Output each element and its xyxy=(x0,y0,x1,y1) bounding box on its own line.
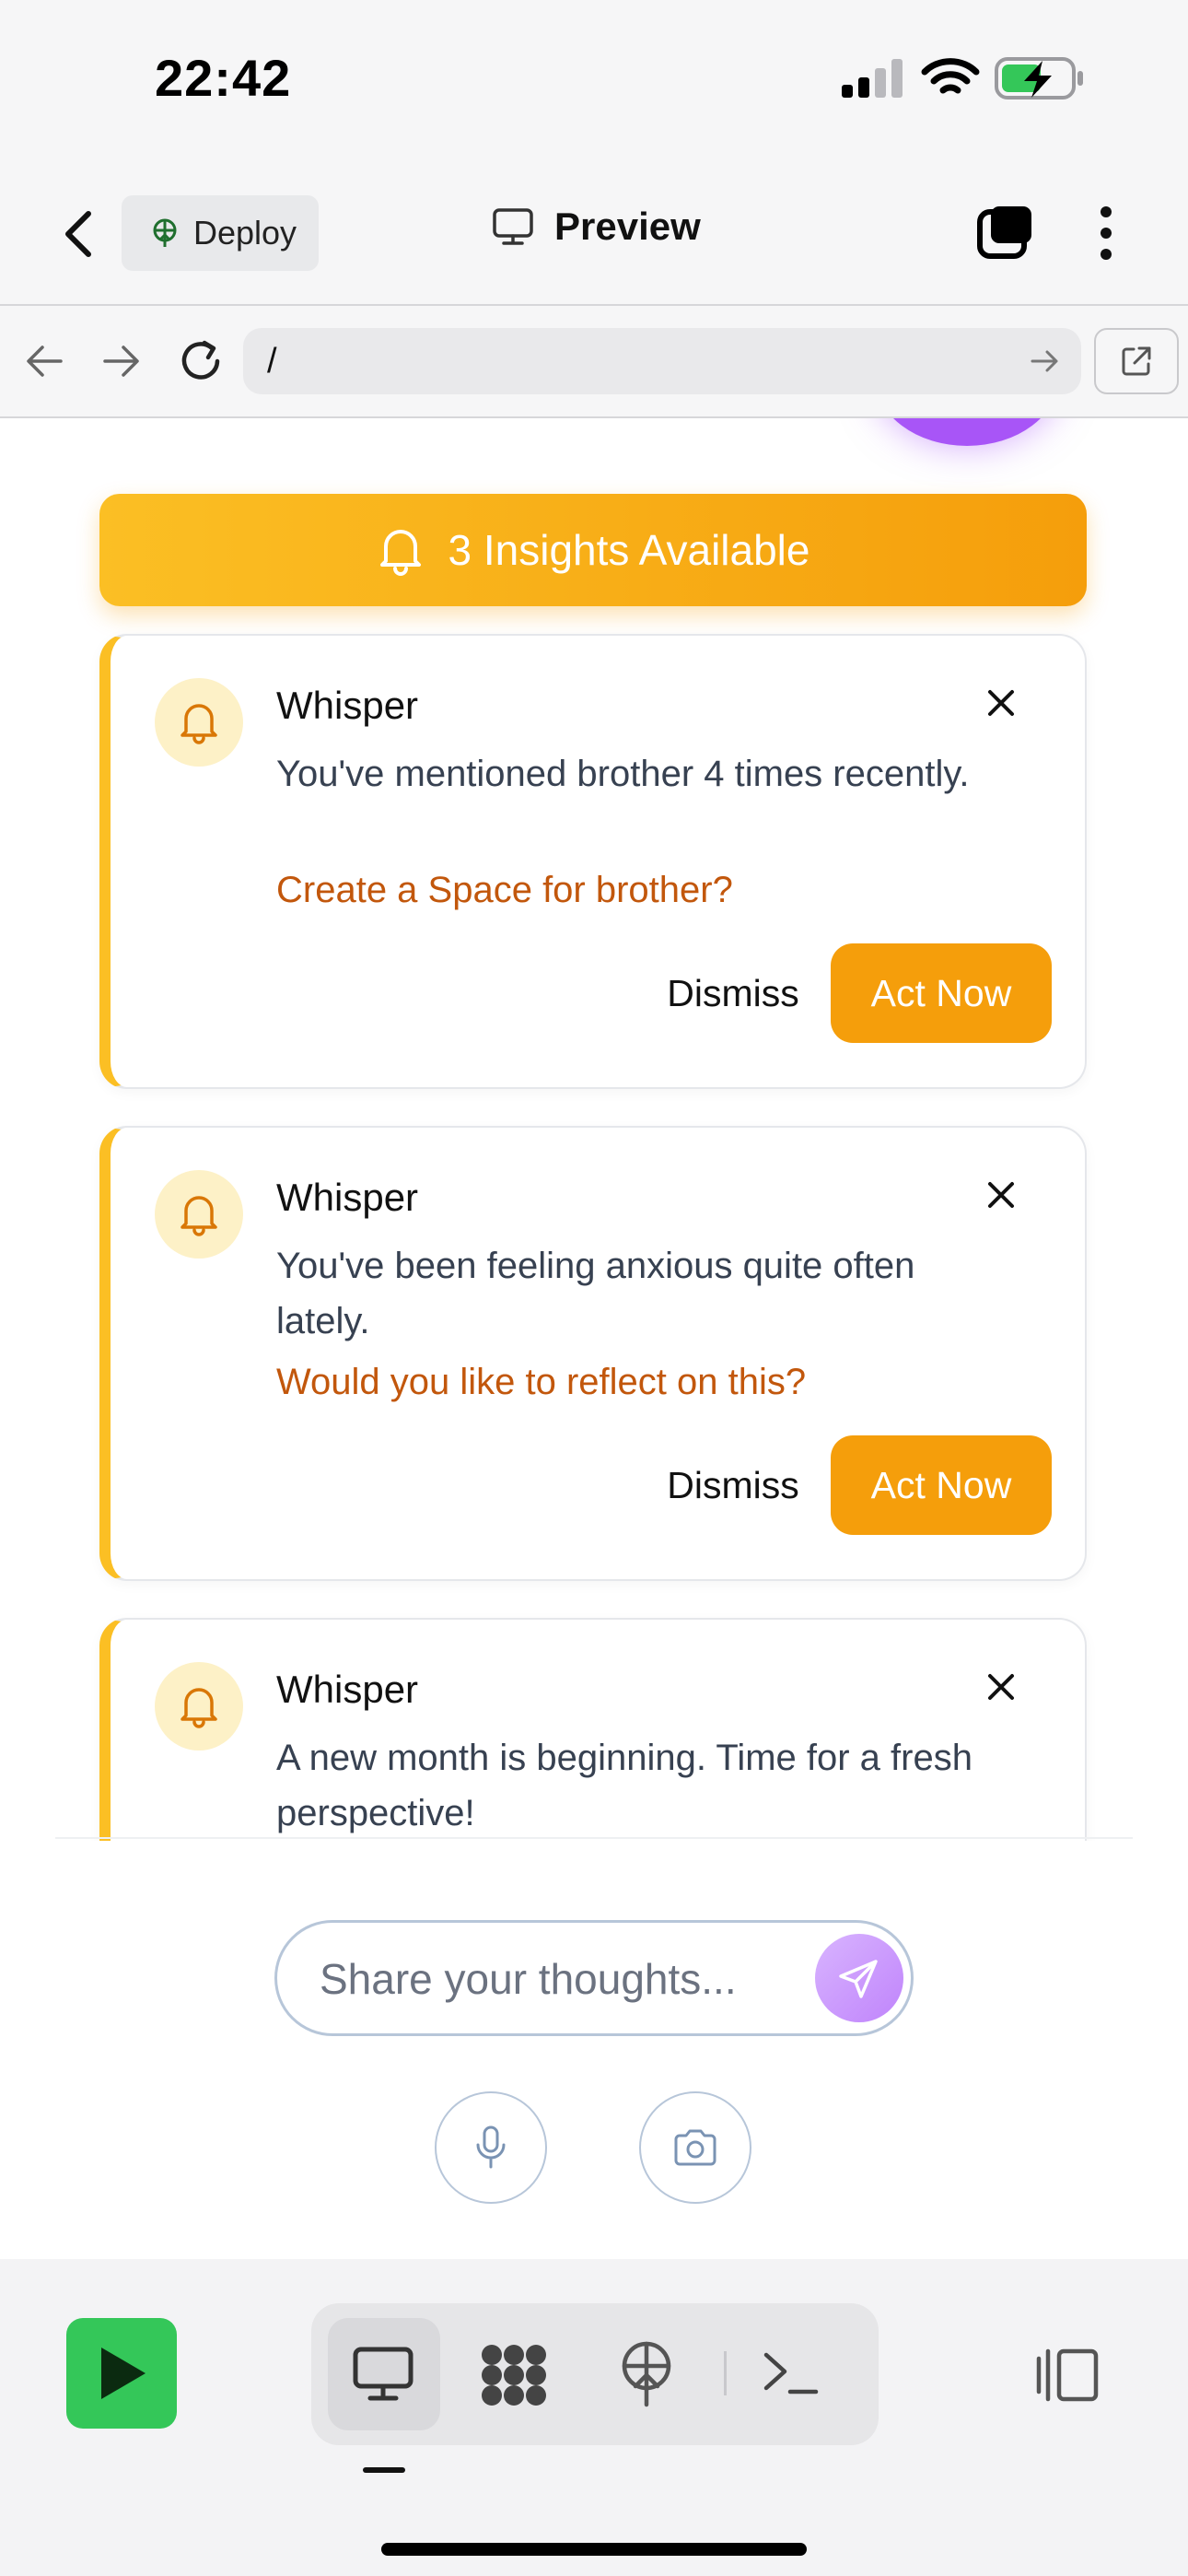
arrow-left-icon xyxy=(27,345,63,377)
view-switcher xyxy=(311,2303,879,2445)
more-vertical-icon xyxy=(1101,206,1112,260)
arrow-right-icon xyxy=(103,345,139,377)
globe-upload-icon xyxy=(622,2341,671,2407)
reload-button[interactable] xyxy=(177,337,225,385)
bell-icon xyxy=(181,1688,217,1728)
insight-card: Whisper You've been feeling anxious quit… xyxy=(99,1126,1087,1581)
insight-cta: Create a Space for brother? xyxy=(276,870,733,910)
tab-deploy[interactable] xyxy=(619,2340,674,2408)
preview-title[interactable]: Preview xyxy=(492,205,701,249)
close-button[interactable] xyxy=(985,687,1017,719)
segment-divider xyxy=(724,2351,727,2395)
composer xyxy=(274,1920,914,2036)
microphone-icon xyxy=(476,2125,506,2169)
status-time: 22:42 xyxy=(155,49,292,107)
battery-charging-icon xyxy=(995,55,1087,101)
monitor-icon xyxy=(493,208,533,245)
preview-label: Preview xyxy=(554,205,701,248)
decorative-orb xyxy=(875,418,1059,446)
run-button[interactable] xyxy=(66,2318,177,2429)
nav-back-button[interactable] xyxy=(24,343,64,380)
close-button[interactable] xyxy=(985,1671,1017,1703)
chevron-left-icon xyxy=(65,211,91,257)
bottom-toolbar xyxy=(0,2259,1188,2576)
bell-icon xyxy=(379,530,421,576)
insight-avatar xyxy=(155,678,243,767)
wifi-icon xyxy=(921,55,980,100)
divider xyxy=(55,1837,1133,1839)
panel-layout-icon xyxy=(1036,2348,1099,2402)
insight-avatar xyxy=(155,1662,243,1751)
globe-upload-icon xyxy=(153,218,177,247)
external-link-icon xyxy=(1122,346,1151,376)
active-indicator xyxy=(363,2467,405,2473)
deploy-label: Deploy xyxy=(193,214,297,252)
camera-icon xyxy=(674,2129,716,2166)
close-icon xyxy=(988,690,1014,716)
composer-area xyxy=(0,1841,1188,2259)
layout-toggle-button[interactable] xyxy=(1033,2346,1100,2405)
thoughts-input[interactable] xyxy=(318,1943,800,2015)
send-icon xyxy=(839,1960,878,1998)
open-external-button[interactable] xyxy=(1094,328,1179,394)
monitor-icon xyxy=(352,2346,414,2403)
close-icon xyxy=(988,1674,1014,1700)
arrow-right-icon xyxy=(1031,350,1058,372)
dismiss-button[interactable]: Dismiss xyxy=(623,943,844,1043)
insight-cta: Would you like to reflect on this? xyxy=(276,1362,807,1402)
terminal-icon xyxy=(763,2352,819,2395)
go-button[interactable] xyxy=(1030,346,1061,376)
deploy-button[interactable]: Deploy xyxy=(122,195,319,271)
insight-avatar xyxy=(155,1170,243,1259)
tabs-button[interactable] xyxy=(976,203,1035,262)
tab-workspace[interactable] xyxy=(479,2342,549,2408)
more-menu-button[interactable] xyxy=(1096,205,1116,262)
url-field[interactable]: / xyxy=(243,328,1081,394)
insight-message: You've been feeling anxious quite often … xyxy=(276,1246,915,1341)
blocks-icon xyxy=(482,2345,546,2406)
page-viewport: 3 Insights Available Whisper You've ment… xyxy=(0,418,1188,2259)
microphone-button[interactable] xyxy=(435,2091,547,2204)
back-button[interactable] xyxy=(61,208,98,260)
insight-title: Whisper xyxy=(276,1668,419,1711)
insight-card: Whisper You've mentioned brother 4 times… xyxy=(99,634,1087,1089)
home-indicator xyxy=(381,2543,807,2556)
act-now-button[interactable]: Act Now xyxy=(831,1435,1052,1535)
insights-banner-text: 3 Insights Available xyxy=(448,526,810,574)
close-button[interactable] xyxy=(985,1179,1017,1211)
reload-icon xyxy=(181,340,220,380)
nav-forward-button[interactable] xyxy=(101,343,142,380)
dismiss-button[interactable]: Dismiss xyxy=(623,1435,844,1535)
insights-banner[interactable]: 3 Insights Available xyxy=(99,494,1087,606)
bell-icon xyxy=(181,1196,217,1236)
insight-message: A new month is beginning. Time for a fre… xyxy=(276,1738,973,1833)
insight-title: Whisper xyxy=(276,1176,419,1219)
tab-shell[interactable] xyxy=(763,2349,820,2399)
insight-title: Whisper xyxy=(276,684,419,727)
play-icon xyxy=(101,2348,146,2399)
act-now-button[interactable]: Act Now xyxy=(831,943,1052,1043)
cellular-signal-icon xyxy=(840,59,904,98)
insight-message: You've mentioned brother 4 times recentl… xyxy=(276,754,970,794)
send-button[interactable] xyxy=(815,1934,903,2022)
camera-button[interactable] xyxy=(639,2091,751,2204)
close-icon xyxy=(988,1182,1014,1208)
bell-icon xyxy=(181,704,217,744)
tabs-square-icon xyxy=(977,206,1031,259)
